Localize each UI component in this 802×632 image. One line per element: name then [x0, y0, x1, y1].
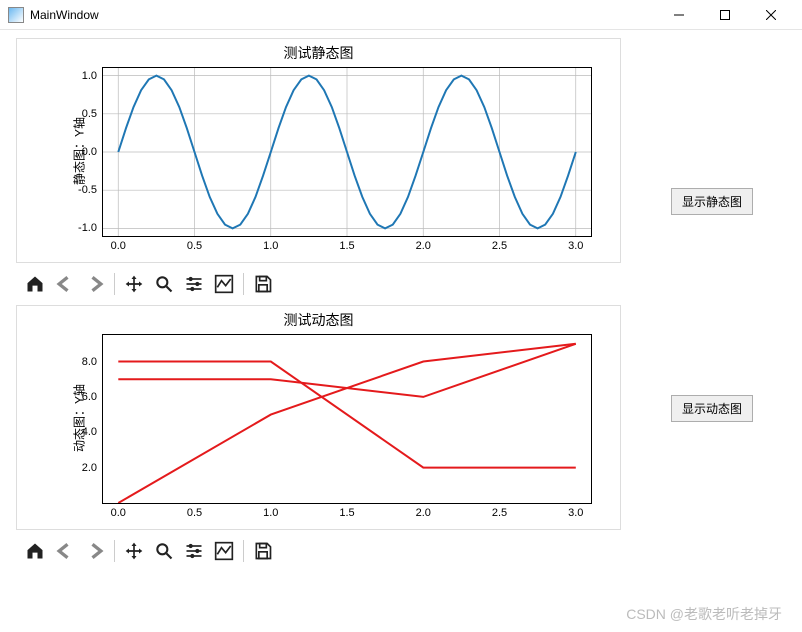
pan-icon[interactable] [121, 538, 147, 564]
static-plot-area[interactable]: -1.0-0.50.00.51.00.00.51.01.52.02.53.0 [102, 67, 592, 237]
back-icon[interactable] [52, 538, 78, 564]
x-tick: 1.0 [263, 507, 278, 519]
y-tick: 1.0 [82, 70, 97, 82]
x-tick: 1.5 [339, 240, 354, 252]
show-static-button[interactable]: 显示静态图 [671, 188, 753, 215]
save-icon[interactable] [250, 271, 276, 297]
y-tick: 6.0 [82, 391, 97, 403]
toolbar-separator [243, 273, 244, 295]
content-area: 测试静态图 静态图：Y轴 -1.0-0.50.00.51.00.00.51.01… [0, 30, 802, 580]
static-chart: 测试静态图 静态图：Y轴 -1.0-0.50.00.51.00.00.51.01… [16, 38, 621, 263]
app-icon [8, 7, 24, 23]
x-tick: 0.5 [187, 507, 202, 519]
x-tick: 1.0 [263, 240, 278, 252]
x-tick: 2.5 [492, 240, 507, 252]
plots-column: 测试静态图 静态图：Y轴 -1.0-0.50.00.51.00.00.51.01… [16, 38, 626, 572]
static-plot-panel: 测试静态图 静态图：Y轴 -1.0-0.50.00.51.00.00.51.01… [16, 38, 626, 305]
y-tick: 0.0 [82, 146, 97, 158]
x-tick: 2.5 [492, 507, 507, 519]
x-tick: 3.0 [568, 240, 583, 252]
buttons-column: 显示静态图 显示动态图 [642, 38, 782, 572]
dynamic-plot-area[interactable]: 2.04.06.08.00.00.51.01.52.02.53.0 [102, 334, 592, 504]
static-toolbar [16, 263, 626, 305]
minimize-button[interactable] [656, 0, 702, 30]
maximize-button[interactable] [702, 0, 748, 30]
configure-icon[interactable] [181, 271, 207, 297]
x-tick: 1.5 [339, 507, 354, 519]
edit-icon[interactable] [211, 271, 237, 297]
dynamic-toolbar [16, 530, 626, 572]
configure-icon[interactable] [181, 538, 207, 564]
dynamic-chart-title: 测试动态图 [17, 306, 620, 330]
dynamic-chart: 测试动态图 动态图：Y轴 2.04.06.08.00.00.51.01.52.0… [16, 305, 621, 530]
zoom-icon[interactable] [151, 271, 177, 297]
toolbar-separator [114, 540, 115, 562]
home-icon[interactable] [22, 271, 48, 297]
close-button[interactable] [748, 0, 794, 30]
zoom-icon[interactable] [151, 538, 177, 564]
toolbar-separator [243, 540, 244, 562]
y-tick: -1.0 [78, 222, 97, 234]
x-tick: 3.0 [568, 507, 583, 519]
x-tick: 2.0 [416, 507, 431, 519]
x-tick: 0.0 [111, 507, 126, 519]
pan-icon[interactable] [121, 271, 147, 297]
static-chart-title: 测试静态图 [17, 39, 620, 63]
x-tick: 0.0 [111, 240, 126, 252]
y-tick: 0.5 [82, 108, 97, 120]
forward-icon[interactable] [82, 538, 108, 564]
window-title: MainWindow [30, 8, 99, 22]
y-tick: -0.5 [78, 184, 97, 196]
y-tick: 4.0 [82, 426, 97, 438]
y-tick: 8.0 [82, 356, 97, 368]
edit-icon[interactable] [211, 538, 237, 564]
forward-icon[interactable] [82, 271, 108, 297]
watermark: CSDN @老歌老听老掉牙 [626, 604, 782, 624]
dynamic-plot-panel: 测试动态图 动态图：Y轴 2.04.06.08.00.00.51.01.52.0… [16, 305, 626, 572]
show-dynamic-button[interactable]: 显示动态图 [671, 395, 753, 422]
titlebar: MainWindow [0, 0, 802, 30]
save-icon[interactable] [250, 538, 276, 564]
x-tick: 0.5 [187, 240, 202, 252]
back-icon[interactable] [52, 271, 78, 297]
y-tick: 2.0 [82, 462, 97, 474]
x-tick: 2.0 [416, 240, 431, 252]
home-icon[interactable] [22, 538, 48, 564]
toolbar-separator [114, 273, 115, 295]
